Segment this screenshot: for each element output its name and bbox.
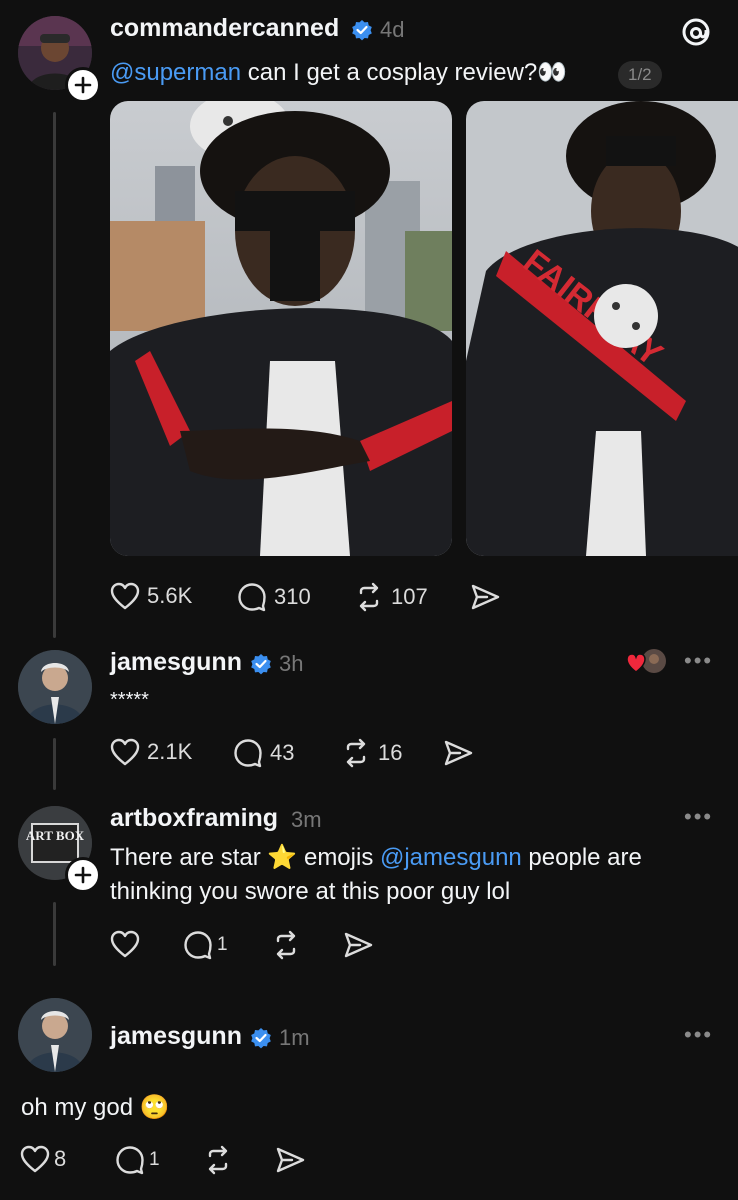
repost-button[interactable] [203,1145,233,1175]
heart-icon [110,930,140,958]
comment-button[interactable]: 310 [237,582,311,612]
heart-icon [110,738,140,766]
more-icon[interactable]: ••• [684,804,713,830]
share-icon [344,932,373,958]
reply-count: 43 [270,740,295,765]
comment-button[interactable]: 1 [183,930,228,960]
post-image-2[interactable]: FAIRPLAY [466,101,738,556]
share-icon [444,740,473,766]
reply-text: oh my god 🙄 [21,1094,170,1121]
comment-icon [116,1146,144,1175]
comment-button[interactable]: 1 [115,1145,160,1175]
avatar[interactable] [18,650,92,724]
media-counter: 1/2 [618,61,662,89]
username[interactable]: commandercanned [110,14,339,43]
follow-plus-icon[interactable] [65,857,101,893]
more-icon[interactable]: ••• [684,648,713,674]
share-button[interactable] [470,582,500,612]
verified-icon [352,20,372,41]
mention-link[interactable]: @superman [110,59,241,86]
liked-by-author-indicator [626,648,668,678]
repost-icon [208,1145,228,1175]
reply-text: There are star ⭐ emojis @jamesgunn peopl… [110,844,642,905]
thread-line [53,902,56,966]
repost-icon [359,582,379,612]
comment-icon [234,739,262,768]
more-icon[interactable]: ••• [684,1022,713,1048]
verified-icon [251,1028,271,1049]
heart-icon [110,582,140,610]
repost-button[interactable]: 16 [341,738,402,768]
like-count: 5.6K [147,583,193,608]
post-text: @superman can I get a cosplay review?👀 [110,56,567,90]
share-icon [471,584,500,610]
star-emoji: ⭐ [267,844,298,871]
like-button[interactable] [110,930,140,958]
post-image-1[interactable] [110,101,452,556]
like-count: 2.1K [147,739,193,764]
repost-count: 107 [391,584,428,609]
share-button[interactable] [443,738,473,768]
username[interactable]: jamesgunn [110,648,242,677]
thread-line [53,112,56,638]
share-icon [276,1147,305,1173]
share-button[interactable] [343,930,373,960]
comment-button[interactable]: 43 [233,738,294,768]
timestamp: 4d [380,17,405,42]
repost-icon [276,930,296,960]
like-button[interactable]: 2.1K [110,738,192,766]
repost-button[interactable] [271,930,301,960]
comment-icon [184,931,212,960]
username[interactable]: artboxframing [110,804,278,833]
like-button[interactable]: 8 [20,1145,66,1173]
username[interactable]: jamesgunn [110,1022,242,1051]
thread-line [53,738,56,790]
timestamp: 1m [279,1025,310,1050]
comment-icon [238,583,266,612]
repost-icon [346,738,366,768]
repost-button[interactable]: 107 [354,582,428,612]
timestamp: 3h [279,651,304,676]
threads-logo-icon[interactable] [680,16,712,48]
reply-count: 310 [274,584,311,609]
verified-icon [251,654,271,675]
timestamp: 3m [291,807,322,832]
follow-plus-icon[interactable] [65,67,101,103]
reply-count: 1 [217,934,228,955]
reply-text: ***** [110,689,149,711]
like-button[interactable]: 5.6K [110,582,192,610]
heart-icon [20,1145,50,1173]
post-body: can I get a cosplay review?👀 [241,59,568,86]
avatar-logo-text: ART BOX [26,828,85,843]
share-button[interactable] [275,1145,305,1175]
mention-link[interactable]: @jamesgunn [380,844,522,871]
repost-count: 16 [378,740,403,765]
reply-count: 1 [149,1149,160,1170]
like-count: 8 [54,1146,67,1171]
avatar[interactable] [18,998,92,1072]
